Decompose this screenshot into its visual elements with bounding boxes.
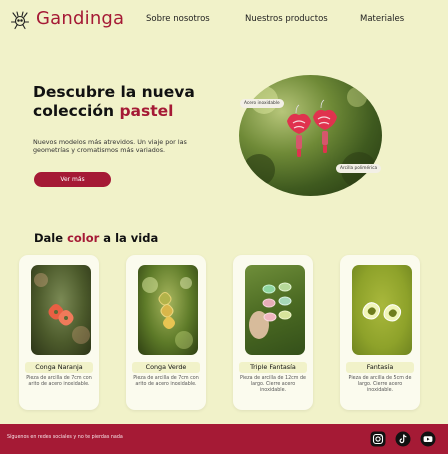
- tag-acero-inoxidable: Acero inoxidable: [240, 99, 284, 108]
- top-navigation: Gandinga Sobre nosotros Nuestros product…: [0, 0, 448, 40]
- hero-title-accent: pastel: [119, 102, 174, 120]
- logo-icon[interactable]: [10, 10, 30, 30]
- earring-illustration: [142, 277, 193, 349]
- earrings-illustration: [243, 86, 377, 188]
- section-title-pre: Dale: [34, 231, 68, 245]
- hero-title: Descubre la nueva colección pastel: [33, 83, 233, 121]
- product-card-fantasia[interactable]: Fantasía Pieza de arcilla de 5cm de larg…: [340, 255, 420, 410]
- product-photo: [138, 265, 198, 355]
- product-card-conga-naranja[interactable]: Conga Naranja Pieza de arcilla de 7cm co…: [19, 255, 99, 410]
- section-title-accent: color: [67, 231, 100, 245]
- nav-link-sobre-nosotros[interactable]: Sobre nosotros: [146, 14, 210, 24]
- product-photo: [31, 265, 91, 355]
- section-title-post: a la vida: [99, 231, 159, 245]
- product-name: Conga Verde: [132, 362, 200, 373]
- see-more-button[interactable]: Ver más: [34, 172, 111, 187]
- earring-illustration: [34, 273, 90, 344]
- tiktok-icon[interactable]: [395, 431, 411, 447]
- footer-text: Síguenos en redes sociales y no te pierd…: [7, 435, 123, 440]
- product-name: Triple Fantasía: [239, 362, 307, 373]
- nav-link-nuestros-productos[interactable]: Nuestros productos: [245, 14, 328, 24]
- product-photo: [245, 265, 305, 355]
- hero-description: Nuevos modelos más atrevidos. Un viaje p…: [33, 138, 187, 155]
- earring-illustration: [362, 302, 402, 322]
- footer: Síguenos en redes sociales y no te pierd…: [0, 424, 448, 454]
- product-description: Pieza de arcilla de 7cm con arito de ace…: [133, 376, 199, 388]
- nav-link-materiales[interactable]: Materiales: [360, 14, 404, 24]
- product-name: Conga Naranja: [25, 362, 93, 373]
- product-card-triple-fantasia[interactable]: Triple Fantasía Pieza de arcilla de 12cm…: [233, 255, 313, 410]
- product-name: Fantasía: [346, 362, 414, 373]
- product-description: Pieza de arcilla de 12cm de largo. Cierr…: [240, 376, 306, 394]
- product-card-conga-verde[interactable]: Conga Verde Pieza de arcilla de 7cm con …: [126, 255, 206, 410]
- instagram-icon[interactable]: [370, 431, 386, 447]
- product-photo: [352, 265, 412, 355]
- product-description: Pieza de arcilla de 7cm con arito de ace…: [26, 376, 92, 388]
- hero-earrings-photo: [239, 75, 382, 196]
- brand-logo-text[interactable]: Gandinga: [36, 8, 124, 29]
- section-title: Dale color a la vida: [34, 231, 158, 245]
- youtube-icon[interactable]: [420, 431, 436, 447]
- earring-illustration: [249, 282, 292, 339]
- tag-arcilla-polimerica: Arcilla polimérica: [336, 164, 382, 173]
- product-description: Pieza de arcilla de 5cm de largo. Cierre…: [348, 376, 412, 394]
